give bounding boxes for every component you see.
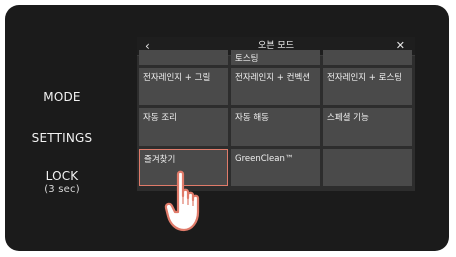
hand-pointer-icon xyxy=(164,170,200,232)
mode-cell-auto-defrost[interactable]: 자동 해동 xyxy=(231,108,320,146)
settings-button[interactable]: SETTINGS xyxy=(7,131,117,145)
lock-button[interactable]: LOCK (3 sec) xyxy=(7,169,117,195)
mode-cell[interactable] xyxy=(323,50,412,65)
mode-cell-microwave-convection[interactable]: 전자레인지 + 컨벡션 xyxy=(231,68,320,105)
mode-cell-empty xyxy=(323,149,412,186)
mode-cell-microwave-roasting[interactable]: 전자레인지 + 로스팅 xyxy=(323,68,412,105)
lock-duration: (3 sec) xyxy=(44,184,80,195)
mode-cell-auto-cook[interactable]: 자동 조리 xyxy=(139,108,228,146)
mode-button[interactable]: MODE xyxy=(7,90,117,104)
lock-label: LOCK xyxy=(45,169,79,183)
mode-cell-toasting[interactable]: 토스팅 xyxy=(231,50,320,65)
mode-cell-greenclean[interactable]: GreenClean™ xyxy=(231,149,320,186)
mode-cell-microwave-grill[interactable]: 전자레인지 + 그릴 xyxy=(139,68,228,105)
mode-cell[interactable] xyxy=(139,50,228,65)
mode-cell-special-function[interactable]: 스페셜 기능 xyxy=(323,108,412,146)
oven-mode-screen: ‹ 오븐 모드 ✕ 토스팅 전자레인지 + 그릴 전자레인지 + 컨벡션 전자레… xyxy=(137,37,415,191)
